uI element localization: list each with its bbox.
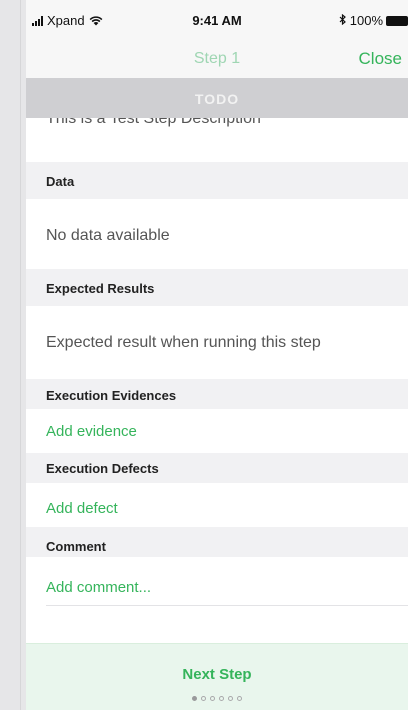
section-header-expected-results: Expected Results bbox=[26, 269, 408, 306]
expected-results-row: Expected result when running this step bbox=[26, 306, 408, 381]
status-banner: TODO bbox=[26, 78, 408, 118]
status-bar: Xpand 9:41 AM 100% bbox=[26, 0, 408, 40]
device-edge-line bbox=[20, 0, 21, 710]
section-header-execution-evidences-label: Execution Evidences bbox=[46, 388, 177, 403]
comment-divider bbox=[46, 605, 408, 606]
page-dot[interactable] bbox=[219, 696, 224, 701]
add-defect-button[interactable]: Add defect bbox=[46, 500, 118, 517]
add-comment-row[interactable]: Add comment... bbox=[26, 557, 408, 605]
bottom-bar: Next Step bbox=[26, 643, 408, 710]
next-step-button[interactable]: Next Step bbox=[26, 666, 408, 683]
battery-icon bbox=[386, 15, 408, 26]
close-button[interactable]: Close bbox=[359, 49, 402, 69]
page-dot[interactable] bbox=[210, 696, 215, 701]
section-header-data-label: Data bbox=[46, 174, 75, 189]
step-description: This is a Test Step Description bbox=[46, 118, 261, 127]
data-value-row: No data available bbox=[26, 199, 408, 274]
nav-title: Step 1 bbox=[193, 50, 241, 67]
navigation-bar: Step 1 Close bbox=[26, 40, 408, 78]
status-right: 100% bbox=[339, 13, 408, 28]
section-header-expected-results-label: Expected Results bbox=[46, 281, 155, 296]
page-indicator bbox=[26, 696, 408, 701]
page-dot[interactable] bbox=[237, 696, 242, 701]
add-defect-row[interactable]: Add defect bbox=[26, 483, 408, 527]
page-dot[interactable] bbox=[192, 696, 197, 701]
page-dot[interactable] bbox=[201, 696, 206, 701]
section-header-comment: Comment bbox=[26, 527, 408, 557]
section-header-data: Data bbox=[26, 162, 408, 199]
battery-percent: 100% bbox=[349, 13, 383, 28]
bluetooth-icon bbox=[339, 13, 347, 28]
section-header-execution-defects-label: Execution Defects bbox=[46, 461, 159, 476]
add-comment-button[interactable]: Add comment... bbox=[46, 579, 151, 596]
device-edge bbox=[0, 0, 26, 710]
step-description-row: This is a Test Step Description bbox=[26, 118, 408, 162]
section-header-execution-defects: Execution Defects bbox=[26, 453, 408, 483]
page-dot[interactable] bbox=[228, 696, 233, 701]
add-evidence-row[interactable]: Add evidence bbox=[26, 409, 408, 453]
expected-results-value: Expected result when running this step bbox=[46, 334, 321, 351]
section-header-comment-label: Comment bbox=[46, 539, 106, 554]
data-value: No data available bbox=[46, 227, 170, 244]
screen: Xpand 9:41 AM 100% Step 1 Close TODO Thi… bbox=[26, 0, 408, 710]
section-header-execution-evidences: Execution Evidences bbox=[26, 379, 408, 409]
add-evidence-button[interactable]: Add evidence bbox=[46, 423, 137, 440]
status-banner-label: TODO bbox=[194, 91, 240, 107]
